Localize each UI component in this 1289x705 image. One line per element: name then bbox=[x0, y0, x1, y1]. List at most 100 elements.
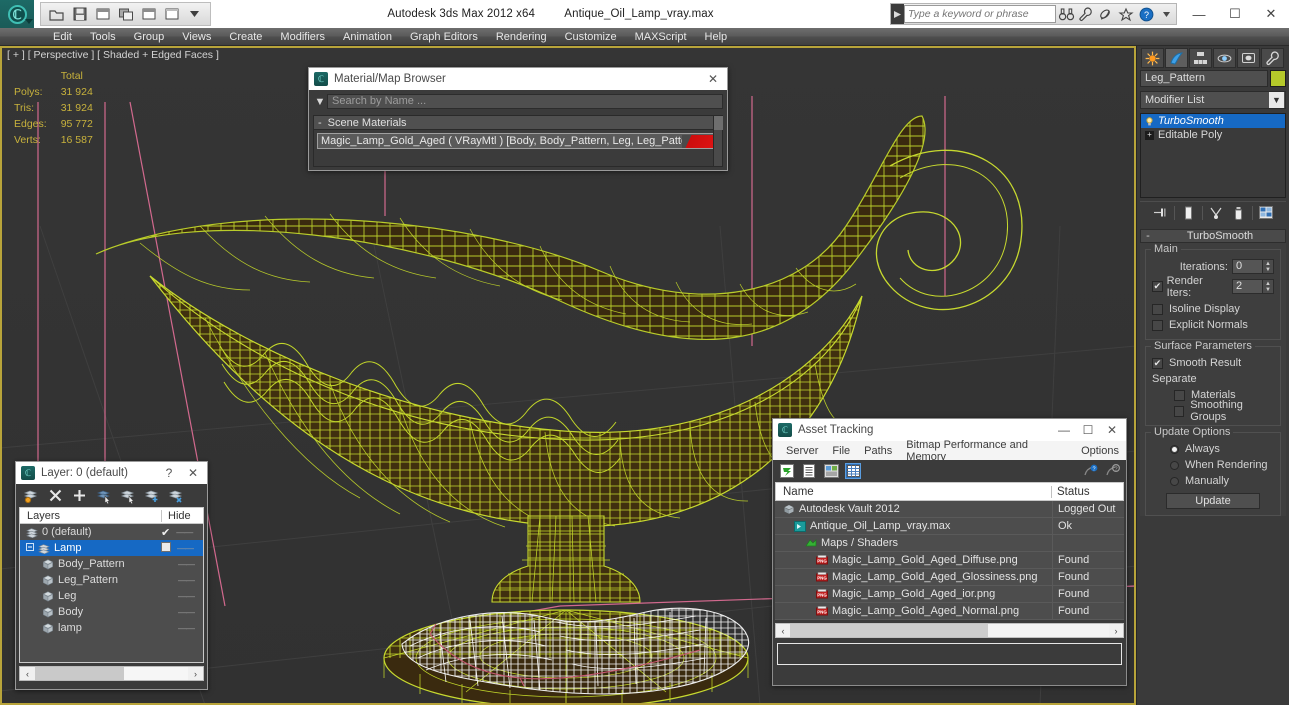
select-objects-in-layer-icon[interactable] bbox=[96, 488, 111, 504]
asset-tracking-status-field[interactable] bbox=[777, 643, 1122, 665]
material-browser-close-button[interactable]: ✕ bbox=[701, 68, 725, 90]
layer-row[interactable]: Lamp —— bbox=[20, 540, 203, 556]
asset-tracking-dialog[interactable]: ℂ Asset Tracking — ☐ ✕ Server File Paths Bi… bbox=[772, 418, 1127, 686]
iterations-spinner-arrows[interactable]: ▲ ▼ bbox=[1263, 259, 1274, 274]
chevron-down-icon[interactable]: ▼ bbox=[1269, 92, 1284, 108]
asset-tracking-maximize-button[interactable]: ☐ bbox=[1076, 419, 1100, 441]
remove-modifier-icon[interactable] bbox=[1230, 204, 1247, 221]
pin-stack-icon[interactable] bbox=[1152, 204, 1169, 221]
set-key-icon[interactable] bbox=[139, 5, 158, 24]
help-icon[interactable]: ? bbox=[1104, 463, 1120, 479]
binoculars-icon[interactable] bbox=[1056, 4, 1076, 24]
render-iters-spinner[interactable]: 2 ▲ ▼ bbox=[1232, 279, 1274, 294]
qat-dropdown-icon[interactable] bbox=[185, 5, 204, 24]
explicit-normals-checkbox[interactable] bbox=[1152, 319, 1163, 331]
column-header-layers[interactable]: Layers bbox=[20, 510, 161, 522]
scrollbar-track[interactable] bbox=[35, 667, 188, 680]
asset-menu-options[interactable]: Options bbox=[1074, 445, 1126, 457]
render-iters-value[interactable]: 2 bbox=[1232, 279, 1263, 294]
iterations-value[interactable]: 0 bbox=[1232, 259, 1263, 274]
layer-hide-cell[interactable]: —— bbox=[161, 559, 203, 569]
menu-item-group[interactable]: Group bbox=[125, 28, 174, 46]
close-button[interactable]: ✕ bbox=[1253, 0, 1289, 28]
redo-icon[interactable] bbox=[116, 5, 135, 24]
layer-hide-cell[interactable]: —— bbox=[161, 591, 203, 601]
update-button[interactable]: Update bbox=[1166, 493, 1260, 509]
column-header-status[interactable]: Status bbox=[1051, 485, 1123, 498]
3dsmax-app-logo[interactable]: ℂ bbox=[0, 0, 34, 28]
scrollbar-thumb[interactable] bbox=[714, 116, 723, 130]
asset-row[interactable]: Maps / Shaders bbox=[775, 534, 1124, 552]
search-filter-dropdown-icon[interactable]: ▼ bbox=[313, 94, 327, 109]
scroll-left-button[interactable]: ‹ bbox=[20, 669, 35, 679]
column-header-name[interactable]: Name bbox=[776, 486, 1051, 498]
separate-smoothing-groups-row[interactable]: Smoothing Groups bbox=[1152, 399, 1274, 423]
save-file-icon[interactable] bbox=[70, 5, 89, 24]
star-icon[interactable] bbox=[1116, 4, 1136, 24]
scroll-right-button[interactable]: › bbox=[188, 669, 203, 679]
minimize-button[interactable]: — bbox=[1181, 0, 1217, 28]
keyword-search-input[interactable] bbox=[904, 5, 1056, 23]
layer-row[interactable]: Leg —— bbox=[20, 588, 203, 604]
make-unique-icon[interactable] bbox=[1208, 204, 1225, 221]
material-search-input[interactable]: Search by Name ... bbox=[327, 94, 723, 109]
scrollbar-thumb[interactable] bbox=[790, 624, 988, 637]
layer-row[interactable]: Leg_Pattern —— bbox=[20, 572, 203, 588]
layer-render-dash-icon[interactable]: —— bbox=[178, 575, 195, 585]
menu-item-animation[interactable]: Animation bbox=[334, 28, 401, 46]
window3-icon[interactable] bbox=[162, 5, 181, 24]
layer-dialog-close-button[interactable]: ✕ bbox=[181, 462, 205, 484]
iterations-spinner[interactable]: 0 ▲ ▼ bbox=[1232, 259, 1274, 274]
layer-hide-checkbox[interactable] bbox=[161, 541, 171, 555]
asset-tracking-close-button[interactable]: ✕ bbox=[1100, 419, 1124, 441]
render-iters-checkbox[interactable] bbox=[1152, 281, 1163, 292]
modifier-stack-item-editable-poly[interactable]: + Editable Poly bbox=[1141, 128, 1285, 142]
menu-item-tools[interactable]: Tools bbox=[81, 28, 125, 46]
asset-menu-server[interactable]: Server bbox=[779, 445, 825, 457]
isoline-display-checkbox[interactable] bbox=[1152, 303, 1163, 315]
create-new-layer-icon[interactable] bbox=[23, 488, 39, 503]
app-menu-caret-icon[interactable] bbox=[25, 19, 33, 24]
layer-hide-cell[interactable]: ✔ —— bbox=[161, 526, 203, 539]
layer-hide-cell[interactable]: —— bbox=[161, 623, 203, 633]
isoline-display-row[interactable]: Isoline Display bbox=[1152, 301, 1274, 317]
scene-materials-group-header[interactable]: - Scene Materials bbox=[314, 116, 722, 130]
menu-item-maxscript[interactable]: MAXScript bbox=[626, 28, 696, 46]
scrollbar-thumb[interactable] bbox=[35, 667, 124, 680]
modifier-stack-item-turbosmooth[interactable]: TurboSmooth bbox=[1141, 114, 1285, 128]
wrench-icon[interactable] bbox=[1076, 4, 1096, 24]
material-map-browser-dialog[interactable]: ℂ Material/Map Browser ✕ ▼ Search by Nam… bbox=[308, 67, 728, 171]
asset-row[interactable]: Autodesk Vault 2012 Logged Out bbox=[775, 501, 1124, 518]
layer-row[interactable]: Body_Pattern —— bbox=[20, 556, 203, 572]
hide-unhide-icon[interactable] bbox=[168, 488, 183, 503]
layer-render-dash-icon[interactable]: —— bbox=[178, 607, 195, 617]
group-collapse-icon[interactable]: - bbox=[318, 117, 322, 129]
hierarchy-tab[interactable] bbox=[1189, 48, 1212, 68]
modifier-list-dropdown[interactable]: Modifier List ▼ bbox=[1140, 91, 1286, 109]
maximize-button[interactable]: ☐ bbox=[1217, 0, 1253, 28]
smooth-result-row[interactable]: Smooth Result bbox=[1152, 355, 1274, 371]
manually-radio[interactable] bbox=[1170, 476, 1179, 486]
search-dropdown-icon[interactable] bbox=[891, 4, 904, 24]
asset-menu-paths[interactable]: Paths bbox=[857, 445, 899, 457]
menu-item-help[interactable]: Help bbox=[696, 28, 737, 46]
asset-table-horizontal-scrollbar[interactable]: ‹ › bbox=[775, 623, 1124, 638]
asset-row[interactable]: PNG Magic_Lamp_Gold_Aged_Normal.png Found bbox=[775, 602, 1124, 620]
add-selection-icon[interactable] bbox=[72, 488, 87, 503]
separate-smoothing-groups-checkbox[interactable] bbox=[1174, 405, 1185, 417]
menu-item-create[interactable]: Create bbox=[220, 28, 271, 46]
motion-tab[interactable] bbox=[1213, 48, 1236, 68]
menu-item-graph-editors[interactable]: Graph Editors bbox=[401, 28, 487, 46]
explicit-normals-row[interactable]: Explicit Normals bbox=[1152, 317, 1274, 333]
layer-row[interactable]: 0 (default) ✔ —— bbox=[20, 524, 203, 540]
scroll-right-button[interactable]: › bbox=[1109, 626, 1123, 636]
update-option-when-rendering[interactable]: When Rendering bbox=[1152, 457, 1274, 473]
utilities-tab[interactable] bbox=[1261, 48, 1284, 68]
smooth-result-checkbox[interactable] bbox=[1152, 357, 1163, 369]
list-view-icon[interactable] bbox=[801, 463, 817, 479]
layer-render-dash-icon[interactable]: —— bbox=[178, 623, 195, 633]
open-file-icon[interactable] bbox=[47, 5, 66, 24]
create-tab[interactable] bbox=[1141, 48, 1164, 68]
scroll-left-button[interactable]: ‹ bbox=[776, 626, 790, 636]
menu-item-rendering[interactable]: Rendering bbox=[487, 28, 556, 46]
